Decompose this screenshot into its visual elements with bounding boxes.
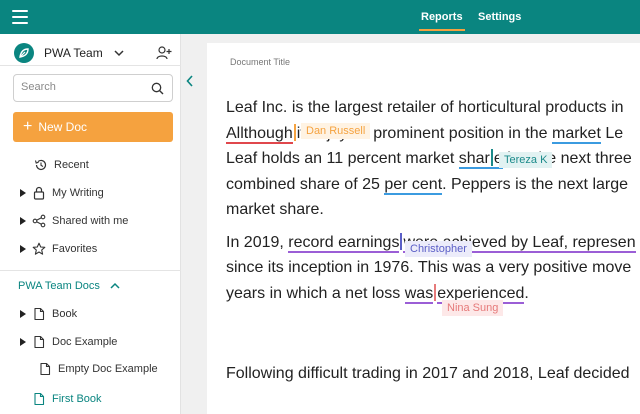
document-icon (34, 307, 45, 321)
team-docs-section-header[interactable]: PWA Team Docs (18, 280, 120, 292)
collaborator-tag: Dan Russell (301, 123, 371, 139)
sidebar-item-label: Favorites (52, 243, 98, 255)
document-title-field[interactable]: Document Title (230, 57, 290, 67)
chevron-up-icon[interactable] (110, 282, 120, 290)
doc-item-empty-doc-example[interactable]: Empty Doc Example (38, 359, 158, 379)
sidebar-item-label: Recent (54, 159, 89, 171)
spelling-error-highlight[interactable]: Allthough (226, 124, 293, 144)
caret-right-icon[interactable] (20, 338, 26, 346)
team-logo-icon (14, 43, 34, 63)
sidebar-item-recent[interactable]: Recent (34, 155, 89, 175)
collaborator-cursor (490, 149, 493, 166)
document-page[interactable]: Document Title Leaf Inc. is the largest … (207, 43, 640, 414)
team-name: PWA Team (44, 46, 103, 60)
text-line: years in which a net loss was experienced… (226, 281, 640, 307)
sidebar-item-label: My Writing (52, 187, 104, 199)
caret-right-icon[interactable] (20, 217, 26, 225)
text-line: since its inception in 1976. This was a … (226, 259, 632, 276)
caret-right-icon[interactable] (20, 245, 26, 253)
grammar-highlight[interactable]: share (458, 149, 503, 169)
doc-item-label: Doc Example (52, 336, 118, 348)
text-run: shar (458, 150, 490, 167)
search-input[interactable] (21, 81, 141, 93)
document-icon (40, 362, 51, 376)
text-run: Leaf holds an 11 percent market (226, 150, 459, 167)
text-run: . (524, 284, 529, 302)
top-app-bar: Reports Settings (0, 0, 640, 34)
collapse-sidebar-button[interactable] (182, 70, 198, 92)
chevron-down-icon (114, 50, 124, 57)
text-run: , represen (563, 233, 636, 253)
text-line: Allthough it enjoys a prominent position … (226, 121, 640, 147)
grammar-highlight[interactable]: market (551, 124, 601, 144)
doc-item-label: First Book (52, 393, 102, 405)
tab-reports[interactable]: Reports (419, 0, 465, 34)
doc-item-label: Empty Doc Example (58, 363, 158, 375)
collaborator-tag: Christopher (405, 241, 472, 257)
doc-item-label: Book (52, 308, 78, 320)
search-field[interactable] (13, 74, 173, 102)
text-run: In 2019, (226, 233, 289, 251)
sidebar-item-favorites[interactable]: Favorites (20, 239, 97, 259)
doc-item-book[interactable]: Book (20, 304, 77, 324)
sidebar-item-shared[interactable]: Shared with me (20, 211, 128, 231)
text-line: market share. (226, 201, 324, 218)
plus-icon: + (23, 118, 33, 135)
text-run: Le (600, 124, 624, 142)
history-icon (34, 159, 47, 171)
menu-icon[interactable] (12, 10, 28, 24)
text-run: years in which a net loss (226, 284, 405, 302)
collaborator-tag: Nina Sung (442, 300, 504, 316)
new-doc-button[interactable]: + New Doc (13, 112, 173, 142)
doc-item-first-book[interactable]: First Book (32, 389, 102, 409)
chevron-left-icon (186, 75, 193, 87)
divider (0, 65, 181, 66)
team-switcher[interactable]: PWA Team (14, 40, 174, 66)
caret-right-icon[interactable] (20, 189, 26, 197)
sidebar: PWA Team + New Doc Recent My Writing Sha… (0, 34, 181, 414)
section-title: PWA Team Docs (18, 280, 100, 292)
star-icon (32, 242, 46, 255)
divider (0, 270, 181, 271)
text-run: combined share of 25 (226, 175, 385, 193)
search-icon[interactable] (151, 82, 164, 95)
document-icon (34, 392, 45, 406)
collaborator-cursor (293, 123, 296, 141)
collaborator-cursor (434, 283, 437, 301)
style-highlight[interactable]: record earnings (288, 233, 400, 253)
text-run: . Peppers is the next large (442, 175, 629, 193)
text-line: Following difficult trading in 2017 and … (226, 365, 630, 382)
lock-icon (33, 186, 45, 200)
style-highlight[interactable]: was (404, 284, 434, 304)
doc-item-doc-example[interactable]: Doc Example (20, 332, 117, 352)
caret-right-icon[interactable] (20, 310, 26, 318)
tab-settings[interactable]: Settings (478, 0, 521, 34)
text-line: Leaf Inc. is the largest retailer of hor… (226, 99, 624, 116)
new-doc-label: New Doc (38, 120, 88, 134)
document-icon (34, 335, 45, 349)
paragraph: Leaf Inc. is the largest retailer of hor… (226, 95, 640, 223)
collaborator-tag: Tereza K (499, 152, 553, 168)
add-user-icon[interactable] (156, 45, 172, 61)
paragraph: Following difficult trading in 2017 and … (226, 361, 640, 387)
grammar-highlight[interactable]: per cent (384, 175, 443, 195)
share-icon (32, 214, 46, 228)
text-line: Leaf holds an 11 percent market share bu… (226, 146, 640, 172)
sidebar-item-label: Shared with me (52, 215, 129, 227)
sidebar-item-my-writing[interactable]: My Writing (20, 183, 104, 203)
text-line: combined share of 25 per cent. Peppers i… (226, 172, 640, 198)
